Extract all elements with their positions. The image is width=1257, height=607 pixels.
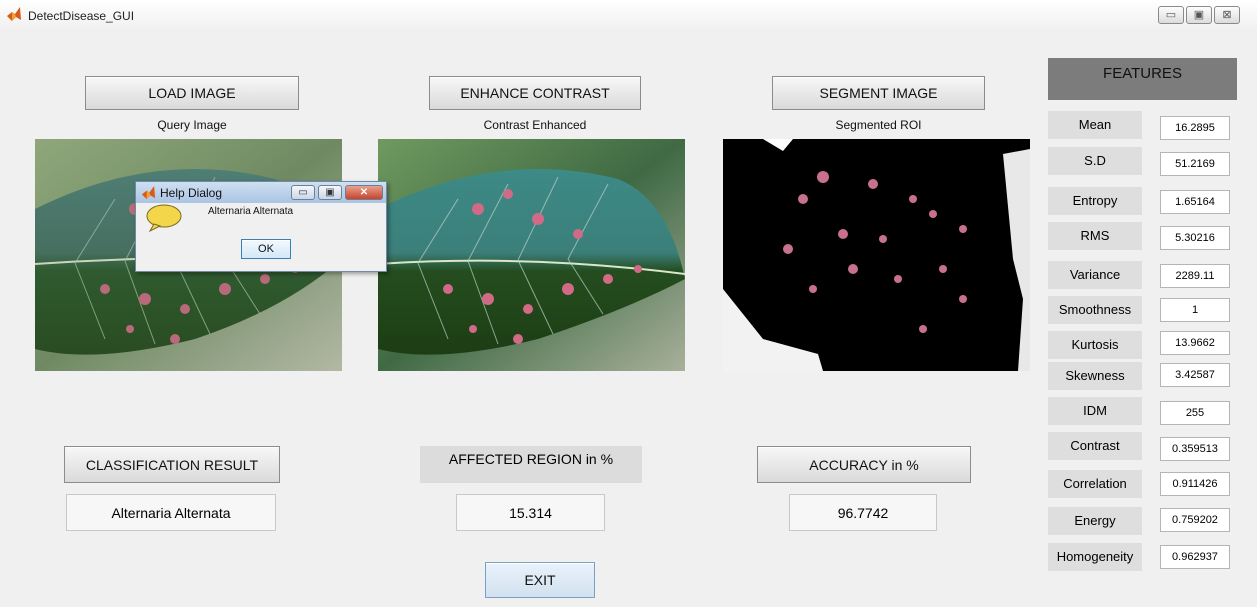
matlab-icon (141, 185, 156, 200)
feature-label: IDM (1048, 397, 1142, 425)
affected-region-field: 15.314 (456, 494, 605, 531)
dialog-maximize-button[interactable]: ▣ (318, 185, 342, 200)
feature-value-field[interactable]: 0.359513 (1160, 437, 1230, 461)
feature-value-field[interactable]: 2289.11 (1160, 264, 1230, 288)
feature-label: Smoothness (1048, 296, 1142, 324)
help-dialog: Help Dialog ▭ ▣ ✕ Alternaria Alternata O… (135, 181, 387, 272)
feature-value-field[interactable]: 0.759202 (1160, 508, 1230, 532)
contrast-enhanced-label: Contrast Enhanced (483, 118, 587, 132)
feature-value-field[interactable]: 13.9662 (1160, 331, 1230, 355)
feature-label: Homogeneity (1048, 543, 1142, 571)
enhance-contrast-button[interactable]: ENHANCE CONTRAST (429, 76, 641, 110)
feature-value-field[interactable]: 3.42587 (1160, 363, 1230, 387)
minimize-button[interactable]: ▭ (1158, 6, 1184, 24)
dialog-minimize-button[interactable]: ▭ (291, 185, 315, 200)
feature-label: RMS (1048, 222, 1142, 250)
feature-label: Entropy (1048, 187, 1142, 215)
dialog-ok-button[interactable]: OK (241, 239, 291, 259)
close-button[interactable]: ⊠ (1214, 6, 1240, 24)
matlab-icon (7, 7, 21, 21)
feature-value-field[interactable]: 16.2895 (1160, 116, 1230, 140)
classification-result-field: Alternaria Alternata (66, 494, 276, 531)
segmented-roi-label: Segmented ROI (835, 118, 922, 132)
dialog-close-button[interactable]: ✕ (345, 185, 383, 200)
query-image-label: Query Image (157, 118, 227, 132)
feature-value-field[interactable]: 0.911426 (1160, 472, 1230, 496)
classification-result-button[interactable]: CLASSIFICATION RESULT (64, 446, 280, 483)
accuracy-field: 96.7742 (789, 494, 937, 531)
window-titlebar: DetectDisease_GUI ▭ ▣ ⊠ (0, 0, 1257, 30)
load-image-button[interactable]: LOAD IMAGE (85, 76, 299, 110)
accuracy-button[interactable]: ACCURACY in % (757, 446, 971, 483)
contrast-enhanced-image (378, 139, 685, 371)
help-dialog-message: Alternaria Alternata (208, 206, 294, 217)
feature-label: Mean (1048, 111, 1142, 139)
feature-value-field[interactable]: 5.30216 (1160, 226, 1230, 250)
help-speech-icon (146, 204, 182, 232)
feature-value-field[interactable]: 255 (1160, 401, 1230, 425)
feature-label: Correlation (1048, 470, 1142, 498)
feature-label: Contrast (1048, 432, 1142, 460)
affected-region-label: AFFECTED REGION in % (420, 446, 642, 483)
window-title: DetectDisease_GUI (28, 9, 135, 23)
maximize-button[interactable]: ▣ (1186, 6, 1212, 24)
feature-label: Kurtosis (1048, 331, 1142, 359)
segment-image-button[interactable]: SEGMENT IMAGE (772, 76, 985, 110)
feature-label: S.D (1048, 147, 1142, 175)
exit-button[interactable]: EXIT (485, 562, 595, 598)
feature-value-field[interactable]: 1 (1160, 298, 1230, 322)
feature-value-field[interactable]: 51.2169 (1160, 152, 1230, 176)
segmented-roi-image (723, 139, 1030, 371)
feature-label: Skewness (1048, 362, 1142, 390)
help-dialog-titlebar[interactable]: Help Dialog ▭ ▣ ✕ (136, 182, 386, 203)
features-header: FEATURES (1048, 58, 1237, 100)
feature-value-field[interactable]: 0.962937 (1160, 545, 1230, 569)
feature-value-field[interactable]: 1.65164 (1160, 190, 1230, 214)
feature-label: Energy (1048, 507, 1142, 535)
help-dialog-title: Help Dialog (160, 186, 223, 200)
feature-label: Variance (1048, 261, 1142, 289)
